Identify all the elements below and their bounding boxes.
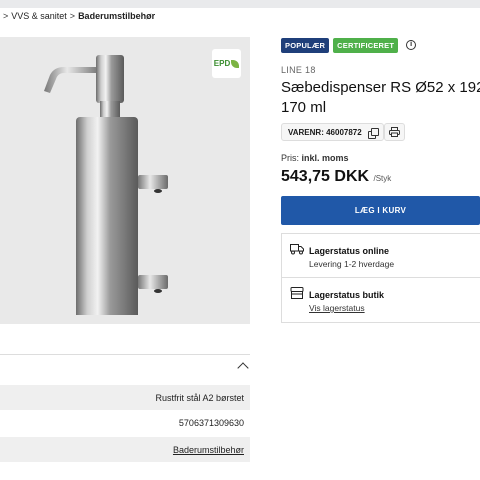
product-badges: POPULÆR CERTIFICERET i — [281, 37, 480, 53]
breadcrumb-item-vvs[interactable]: VVS & sanitet — [11, 11, 67, 21]
specs-accordion-header[interactable] — [0, 355, 250, 385]
chevron-up-icon[interactable] — [237, 362, 249, 374]
varenr-label: VARENR: 46007872 — [288, 127, 362, 137]
printer-icon — [389, 127, 400, 137]
product-price: 543,75 DKK /Styk — [281, 168, 392, 185]
leaf-icon — [231, 59, 240, 68]
product-title-line1: Sæbedispenser RS Ø52 x 192 — [281, 79, 480, 96]
spec-value-category-link[interactable]: Baderumstilbehør — [173, 445, 244, 455]
price-label: Pris: inkl. moms — [281, 153, 349, 163]
stock-store-title: Lagerstatus butik — [309, 290, 385, 300]
add-to-cart-button[interactable]: LÆG I KURV — [281, 196, 480, 225]
product-title: Sæbedispenser RS Ø52 x 192 170 ml — [281, 78, 480, 118]
stock-online: Lagerstatus online Levering 1-2 hverdage — [281, 233, 480, 278]
stock-store-link[interactable]: Vis lagerstatus — [309, 303, 365, 313]
spec-row: 5706371309630 — [0, 410, 250, 435]
breadcrumb-item-current[interactable]: Baderumstilbehør — [78, 11, 155, 21]
popular-badge: POPULÆR — [281, 37, 330, 53]
chevron-right-icon: > — [3, 11, 9, 21]
varenr-chip[interactable]: VARENR: 46007872 — [281, 123, 384, 141]
product-image-panel[interactable]: EPD — [0, 37, 250, 324]
chevron-right-icon: > — [69, 11, 76, 21]
copy-icon[interactable] — [367, 127, 379, 139]
truck-icon — [290, 244, 304, 255]
product-title-line2: 170 ml — [281, 99, 327, 116]
spec-value-material: Rustfrit stål A2 børstet — [155, 393, 244, 403]
spec-value-ean: 5706371309630 — [178, 418, 244, 428]
product-image — [44, 55, 168, 315]
info-icon[interactable]: i — [406, 40, 417, 50]
epd-badge: EPD — [212, 49, 241, 78]
top-bar — [0, 0, 480, 8]
breadcrumb: > VVS & sanitet > Baderumstilbehør — [0, 9, 155, 23]
print-button[interactable] — [384, 123, 405, 141]
store-icon — [290, 287, 304, 299]
stock-online-title: Lagerstatus online — [309, 246, 390, 256]
stock-online-delivery: Levering 1-2 hverdage — [309, 259, 395, 269]
spec-row: Baderumstilbehør — [0, 437, 250, 462]
certified-badge: CERTIFICERET — [333, 37, 399, 53]
stock-store: Lagerstatus butik Vis lagerstatus — [281, 278, 480, 323]
spec-row: Rustfrit stål A2 børstet — [0, 385, 250, 410]
product-brand: LINE 18 — [281, 65, 316, 75]
